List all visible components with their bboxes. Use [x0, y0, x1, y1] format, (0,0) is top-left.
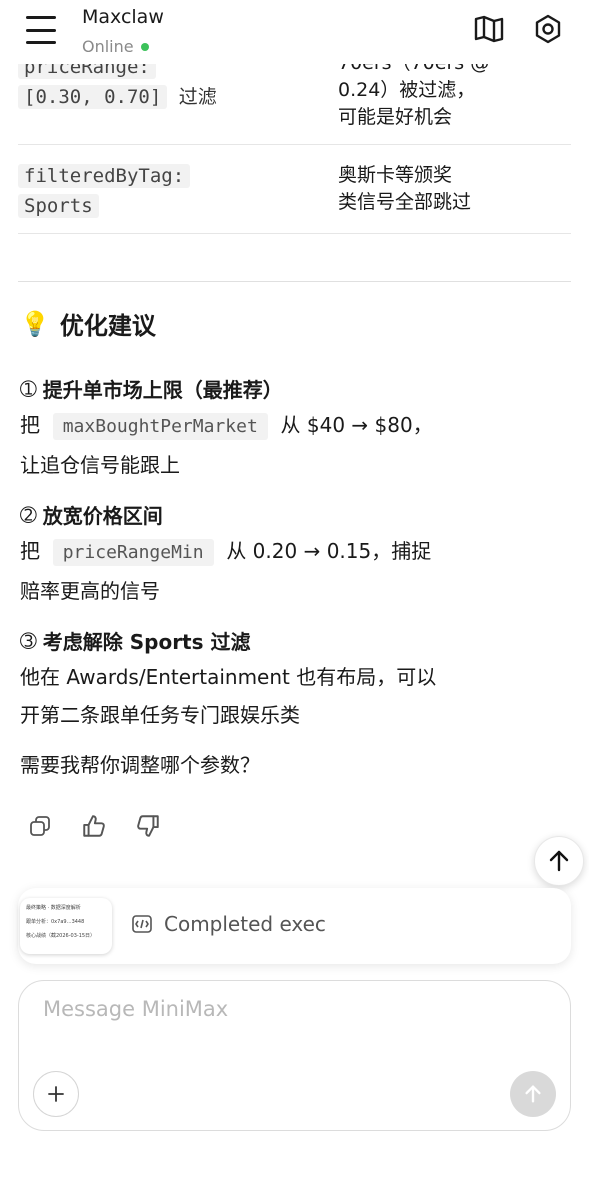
suggestion-body: 把 priceRangeMin 从 0.20 → 0.15，捕捉 赔率更高的信号	[20, 532, 560, 610]
code-span: filteredByTag:	[18, 164, 191, 188]
heading-text: 优化建议	[59, 312, 156, 340]
table-row: filteredByTag: Sports 奥斯卡等颁奖 类信号全部跳过	[18, 145, 571, 234]
online-dot	[140, 42, 149, 51]
message-actions	[26, 812, 162, 840]
suggestion-title-text: 放宽价格区间	[42, 504, 163, 528]
text: 他在 Awards/Entertainment 也有布局，可以	[20, 665, 437, 689]
menu-icon[interactable]	[26, 16, 56, 44]
thumb-text: 核心战绩（截2026-03-15日）	[26, 933, 96, 939]
thumbs-down-icon[interactable]	[134, 812, 162, 840]
app-title: Maxclaw	[82, 6, 164, 28]
text: 把	[20, 539, 40, 563]
code-span: Sports	[18, 194, 99, 218]
send-button[interactable]	[510, 1071, 556, 1117]
table-cell-value: 奥斯卡等颁奖 类信号全部跳过	[338, 162, 471, 216]
text: 开第二条跟单任务专门跟娱乐类	[20, 703, 300, 727]
book-icon[interactable]	[472, 12, 506, 46]
number-badge: ➁	[20, 502, 37, 527]
divider	[18, 281, 571, 282]
send-arrow-icon	[525, 1085, 541, 1103]
thumb-text: 最终策略 · 数据深度解析	[26, 905, 81, 911]
text: 把	[20, 413, 40, 437]
status-label: Online	[82, 37, 134, 56]
settings-icon[interactable]	[531, 12, 565, 46]
plus-icon	[48, 1086, 64, 1102]
scroll-to-top-button[interactable]	[534, 836, 584, 886]
text: 从 0.20 → 0.15，捕捉	[226, 539, 432, 563]
exec-label-text: Completed exec	[164, 912, 326, 936]
suggestion-title-text: 考虑解除 Sports 过滤	[42, 630, 251, 654]
cell-text: 0.24）被过滤，	[338, 79, 476, 101]
follow-up-question: 需要我帮你调整哪个参数？	[20, 753, 260, 777]
thumb-text: 跟单分析：0x7a9…3448	[26, 919, 85, 925]
exec-status-card[interactable]: 最终策略 · 数据深度解析 跟单分析：0x7a9…3448 核心战绩（截2026…	[18, 888, 571, 964]
arrow-up-icon	[549, 850, 569, 872]
cell-text: 过滤	[178, 86, 217, 108]
thumbs-up-icon[interactable]	[80, 812, 108, 840]
number-badge: ➂	[20, 628, 37, 653]
suggestion-title: ➂ 考虑解除 Sports 过滤	[20, 626, 250, 655]
attach-button[interactable]	[33, 1071, 79, 1117]
document-thumbnail[interactable]: 最终策略 · 数据深度解析 跟单分析：0x7a9…3448 核心战绩（截2026…	[20, 898, 112, 954]
text: 让追仓信号能跟上	[20, 453, 180, 477]
lightbulb-icon: 💡	[20, 309, 50, 338]
suggestion-title: ➀ 提升单市场上限（最推荐）	[20, 374, 283, 403]
copy-icon[interactable]	[26, 812, 54, 840]
suggestion-title-text: 提升单市场上限（最推荐）	[42, 378, 283, 402]
cell-text: 类信号全部跳过	[338, 191, 472, 213]
inline-code: priceRangeMin	[52, 539, 214, 566]
app-header: Maxclaw Online	[0, 0, 589, 64]
number-badge: ➀	[20, 376, 37, 401]
exec-label: Completed exec	[132, 912, 326, 936]
message-input[interactable]	[43, 997, 543, 1047]
table-cell-key: filteredByTag: Sports	[18, 161, 191, 221]
suggestion-body: 把 maxBoughtPerMarket 从 $40 → $80， 让追仓信号能…	[20, 406, 560, 484]
cell-text: 奥斯卡等颁奖	[338, 164, 453, 186]
suggestion-title: ➁ 放宽价格区间	[20, 500, 163, 529]
suggestion-body: 他在 Awards/Entertainment 也有布局，可以 开第二条跟单任务…	[20, 658, 560, 734]
message-composer	[18, 980, 571, 1131]
status-indicator: Online	[82, 37, 149, 56]
terminal-icon	[132, 915, 152, 933]
cell-text: 可能是好机会	[338, 106, 453, 128]
code-span: [0.30, 0.70]	[18, 85, 168, 109]
text: 赔率更高的信号	[20, 579, 160, 603]
section-heading: 💡 优化建议	[20, 306, 156, 341]
inline-code: maxBoughtPerMarket	[52, 413, 268, 440]
text: 从 $40 → $80，	[280, 413, 433, 437]
